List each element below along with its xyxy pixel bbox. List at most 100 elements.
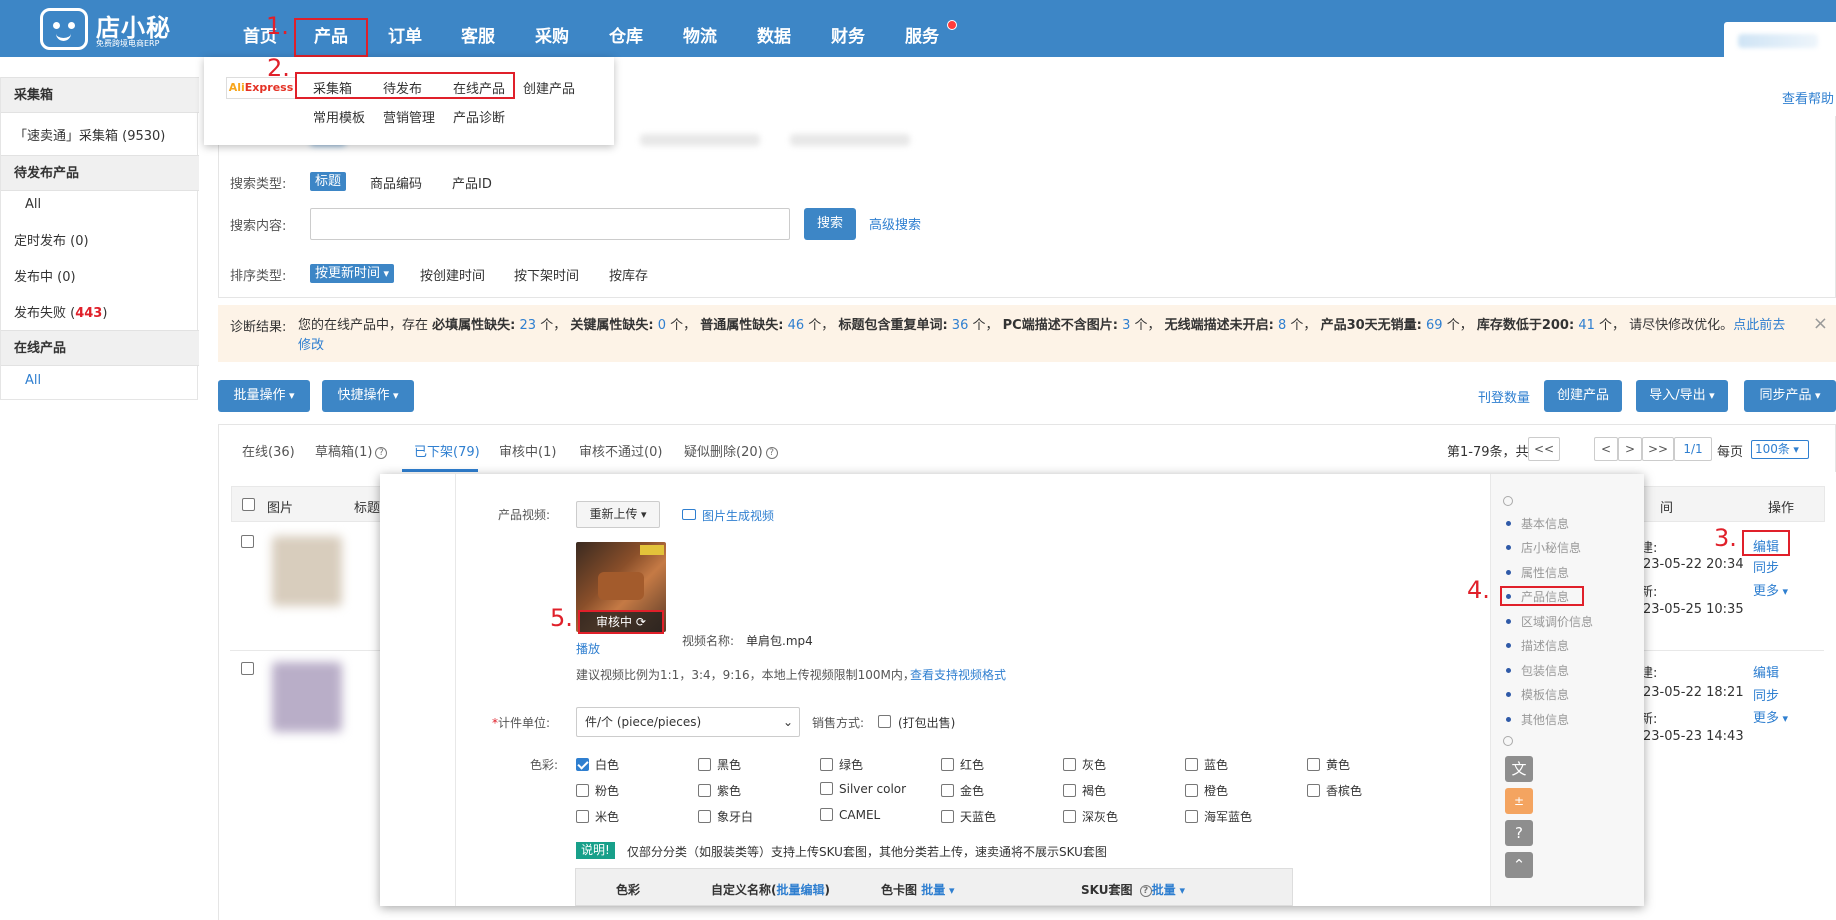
search-button[interactable]: 搜索 [804,208,856,240]
color-option[interactable]: 米色 [576,808,619,825]
tab-delisted[interactable]: 已下架(79) [414,441,480,460]
logo[interactable]: 店小秘 免费跨境电商ERP [40,6,180,50]
product-thumbnail[interactable] [272,662,342,732]
nav-logistics[interactable]: 物流 [675,0,725,57]
user-account-box[interactable] [1724,22,1836,57]
color-option[interactable]: 深灰色 [1063,808,1118,825]
checkbox[interactable] [576,784,589,797]
nav-finance[interactable]: 财务 [823,0,873,57]
color-option[interactable]: CAMEL [820,808,880,822]
nav-orders[interactable]: 订单 [380,0,430,57]
sidebar-item-pending-all[interactable]: All [25,197,41,212]
checkbox[interactable] [941,784,954,797]
nav-service[interactable]: 客服 [453,0,503,57]
more-link[interactable]: 更多 [1753,580,1788,599]
color-option[interactable]: 黑色 [698,756,741,773]
page-next-button[interactable]: > [1618,437,1642,461]
color-option[interactable]: 绿色 [820,756,863,773]
checkbox[interactable] [576,810,589,823]
color-image-batch-link[interactable]: 批量 [921,883,954,897]
checkbox[interactable] [698,810,711,823]
menu-marketing[interactable]: 营销管理 [383,107,435,126]
nav-packaging-info[interactable]: 包装信息 [1521,662,1569,679]
diag-count[interactable]: 0 [658,318,666,333]
nav-services[interactable]: 服务 [897,0,947,57]
unit-select[interactable]: 件/个 (piece/pieces) ⌄ [576,707,800,737]
sidebar-item-aliexpress-collect[interactable]: 「速卖通」采集箱 (9530) [14,125,165,144]
color-option[interactable]: 香槟色 [1307,782,1362,799]
diag-count[interactable]: 69 [1426,318,1443,333]
tab-suspected-deleted[interactable]: 疑似删除(20)? [684,441,778,460]
color-option[interactable]: 蓝色 [1185,756,1228,773]
page-last-button[interactable]: >> [1642,437,1674,461]
sidebar-item-publishing[interactable]: 发布中 (0) [14,266,76,285]
nav-template-info[interactable]: 模板信息 [1521,686,1569,703]
checkbox[interactable] [820,808,833,821]
nav-purchase[interactable]: 采购 [527,0,577,57]
edit-link[interactable]: 编辑 [1753,662,1779,681]
tab-rejected[interactable]: 审核不通过(0) [579,441,662,460]
advanced-search-link[interactable]: 高级搜索 [869,214,921,233]
row-checkbox[interactable] [241,662,254,675]
sidebar-item-online-all[interactable]: All [25,373,41,388]
color-option[interactable]: 灰色 [1063,756,1106,773]
checkbox[interactable] [820,758,833,771]
calculator-icon[interactable]: ± [1505,788,1533,814]
sort-by-stock[interactable]: 按库存 [609,265,648,284]
sort-by-update-time[interactable]: 按更新时间 [310,264,395,283]
batch-edit-link[interactable]: 批量编辑 [777,883,825,897]
sync-link[interactable]: 同步 [1753,685,1779,704]
diag-count[interactable]: 41 [1578,318,1595,333]
quick-operations-button[interactable]: 快捷操作 [322,380,414,412]
diag-count[interactable]: 8 [1278,318,1286,333]
nav-warehouse[interactable]: 仓库 [601,0,651,57]
product-thumbnail[interactable] [272,536,342,606]
help-icon[interactable]: ? [1139,884,1152,897]
row-checkbox[interactable] [241,535,254,548]
color-option[interactable]: 橙色 [1185,782,1228,799]
translate-icon[interactable]: 文 [1505,756,1533,782]
checkbox[interactable] [698,758,711,771]
color-option[interactable]: 白色 [576,756,619,773]
page-prev-button[interactable]: < [1594,437,1618,461]
color-option[interactable]: 粉色 [576,782,619,799]
color-option[interactable]: Silver color [820,782,906,796]
sync-products-button[interactable]: 同步产品 [1744,380,1836,412]
question-icon[interactable]: ? [1505,820,1533,846]
diag-count[interactable]: 23 [520,318,537,333]
menu-create-product[interactable]: 创建产品 [523,78,575,97]
sort-by-delist-time[interactable]: 按下架时间 [514,265,579,284]
checkbox[interactable] [1063,784,1076,797]
reupload-button[interactable]: 重新上传 [576,501,660,528]
play-link[interactable]: 播放 [576,640,600,657]
checkbox[interactable] [941,810,954,823]
scroll-top-icon[interactable]: ⌃ [1505,852,1533,878]
checkbox[interactable] [1185,758,1198,771]
tab-online[interactable]: 在线(36) [242,441,295,460]
color-option[interactable]: 天蓝色 [941,808,996,825]
diag-count[interactable]: 3 [1122,318,1130,333]
search-type-title[interactable]: 标题 [310,172,347,191]
close-icon[interactable]: × [1813,313,1828,334]
checkbox-checked[interactable] [576,758,589,771]
video-format-link[interactable]: 查看支持视频格式 [910,666,1006,683]
diag-count[interactable]: 36 [952,318,969,333]
import-export-button[interactable]: 导入/导出 [1636,380,1728,412]
sidebar-item-publish-failed[interactable]: 发布失败 (443) [14,302,107,321]
color-option[interactable]: 金色 [941,782,984,799]
page-first-button[interactable]: << [1528,437,1560,461]
checkbox[interactable] [1185,810,1198,823]
diag-count[interactable]: 46 [788,318,805,333]
sync-link[interactable]: 同步 [1753,557,1779,576]
checkbox[interactable] [1185,784,1198,797]
tab-drafts[interactable]: 草稿箱(1)? [315,441,388,460]
nav-basic-info[interactable]: 基本信息 [1521,515,1569,532]
menu-product-diagnosis[interactable]: 产品诊断 [453,107,505,126]
color-option[interactable]: 黄色 [1307,756,1350,773]
search-type-product-id[interactable]: 产品ID [452,173,492,192]
search-input[interactable] [310,208,790,240]
checkbox[interactable] [941,758,954,771]
color-option[interactable]: 海军蓝色 [1185,808,1252,825]
checkbox[interactable] [1063,758,1076,771]
help-link[interactable]: 查看帮助 [1782,88,1834,107]
